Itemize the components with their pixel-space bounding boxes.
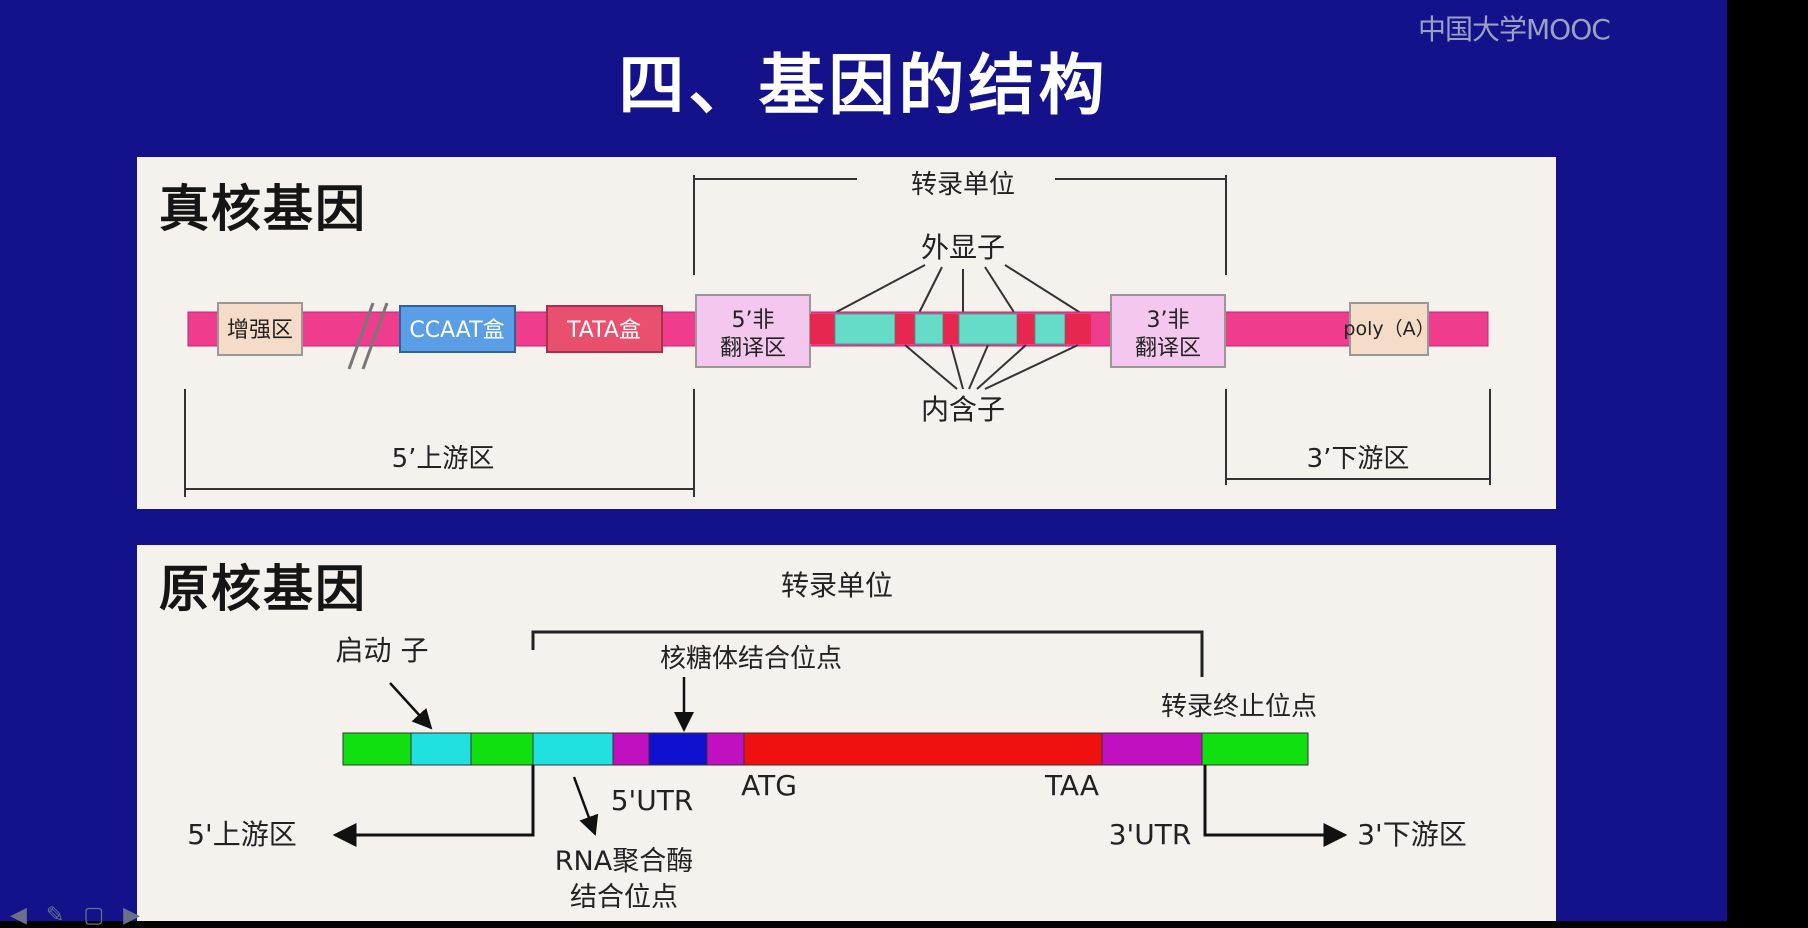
- rna-pol-site-label-line2: 结合位点: [570, 882, 678, 913]
- slide: 四、基因的结构 中国大学MOOC 真核基因 转录单位 外显子 增强区 CCAAT…: [0, 0, 1727, 928]
- intron-segment: [895, 314, 915, 344]
- exon-segment: [834, 313, 896, 345]
- promoter-arrow: [389, 682, 433, 730]
- exon-segment: [1034, 313, 1066, 345]
- taa-label: TAA: [1044, 769, 1099, 802]
- transcription-unit-bracket: [531, 630, 1204, 677]
- eukaryotic-panel-title: 真核基因: [159, 180, 367, 238]
- promoter-label: 启动 子: [336, 634, 429, 667]
- transcription-unit-label: 转录单位: [781, 569, 893, 602]
- strand-segment: [410, 732, 472, 766]
- enhancer-label: 增强区: [227, 318, 293, 343]
- intron-leader-lines: [904, 344, 1079, 390]
- upstream-label: 5'上游区: [187, 818, 297, 851]
- strand-segment: [1201, 732, 1309, 766]
- right-letterbox: [1727, 0, 1808, 921]
- utr5-label-line2: 翻译区: [720, 336, 786, 361]
- utr5-label-line1: 5’非: [732, 308, 775, 333]
- rna-pol-site-label-line1: RNA聚合酶: [555, 846, 693, 877]
- atg-label: ATG: [741, 769, 797, 802]
- intron-segment: [943, 314, 959, 344]
- strand-segment: [532, 732, 614, 766]
- intron-segment: [1065, 314, 1091, 344]
- prokaryotic-strand: [342, 732, 1309, 766]
- ccaat-label: CCAAT盒: [409, 318, 504, 343]
- polya-label: poly（A）: [1343, 318, 1434, 340]
- exon-intron-region: [810, 313, 1091, 345]
- intron-segment: [810, 314, 835, 344]
- downstream-label: 3’下游区: [1307, 444, 1410, 474]
- eukaryotic-gene-panel: 真核基因 转录单位 外显子 增强区 CCAAT盒 TATA盒 5’非 翻译区 3…: [137, 157, 1556, 509]
- utr3-label: 3'UTR: [1109, 818, 1192, 851]
- utr3-label-line1: 3’非: [1147, 308, 1190, 333]
- exon-segment: [958, 313, 1018, 345]
- rna-pol-site-arrow: [572, 776, 599, 836]
- strand-segment: [648, 732, 708, 766]
- upstream-bracket: [184, 389, 695, 497]
- strand-segment: [470, 732, 534, 766]
- tata-label: TATA盒: [566, 318, 641, 343]
- strand-segment: [706, 732, 745, 766]
- strand-segment: [612, 732, 650, 766]
- strand-segment: [1101, 732, 1203, 766]
- downstream-label: 3'下游区: [1357, 818, 1467, 851]
- exon-label: 外显子: [921, 231, 1005, 264]
- intron-segment: [1017, 314, 1035, 344]
- exon-leader-lines: [826, 264, 1088, 318]
- utr3-label-line2: 翻译区: [1135, 336, 1201, 361]
- exon-segment: [914, 313, 944, 345]
- termination-site-label: 转录终止位点: [1161, 692, 1317, 722]
- prokaryotic-gene-panel: 原核基因 转录单位 启动 子 核糖体结合位点 转录终止位点 5'UTR ATG …: [137, 545, 1556, 921]
- upstream-label: 5’上游区: [392, 444, 495, 474]
- ribosome-site-label: 核糖体结合位点: [660, 644, 842, 674]
- prokaryotic-panel-title: 原核基因: [159, 560, 367, 618]
- intron-label: 内含子: [921, 393, 1005, 426]
- slide-nav-icons[interactable]: ◀ ✎ ▢ ▶: [10, 903, 146, 928]
- mooc-watermark: 中国大学MOOC: [1418, 13, 1611, 46]
- downstream-arrow: [1203, 765, 1348, 847]
- transcription-unit-label: 转录单位: [911, 170, 1015, 200]
- strand-segment: [342, 732, 412, 766]
- upstream-arrow: [332, 765, 535, 847]
- strand-segment: [743, 732, 1103, 766]
- utr5-label: 5'UTR: [611, 784, 694, 817]
